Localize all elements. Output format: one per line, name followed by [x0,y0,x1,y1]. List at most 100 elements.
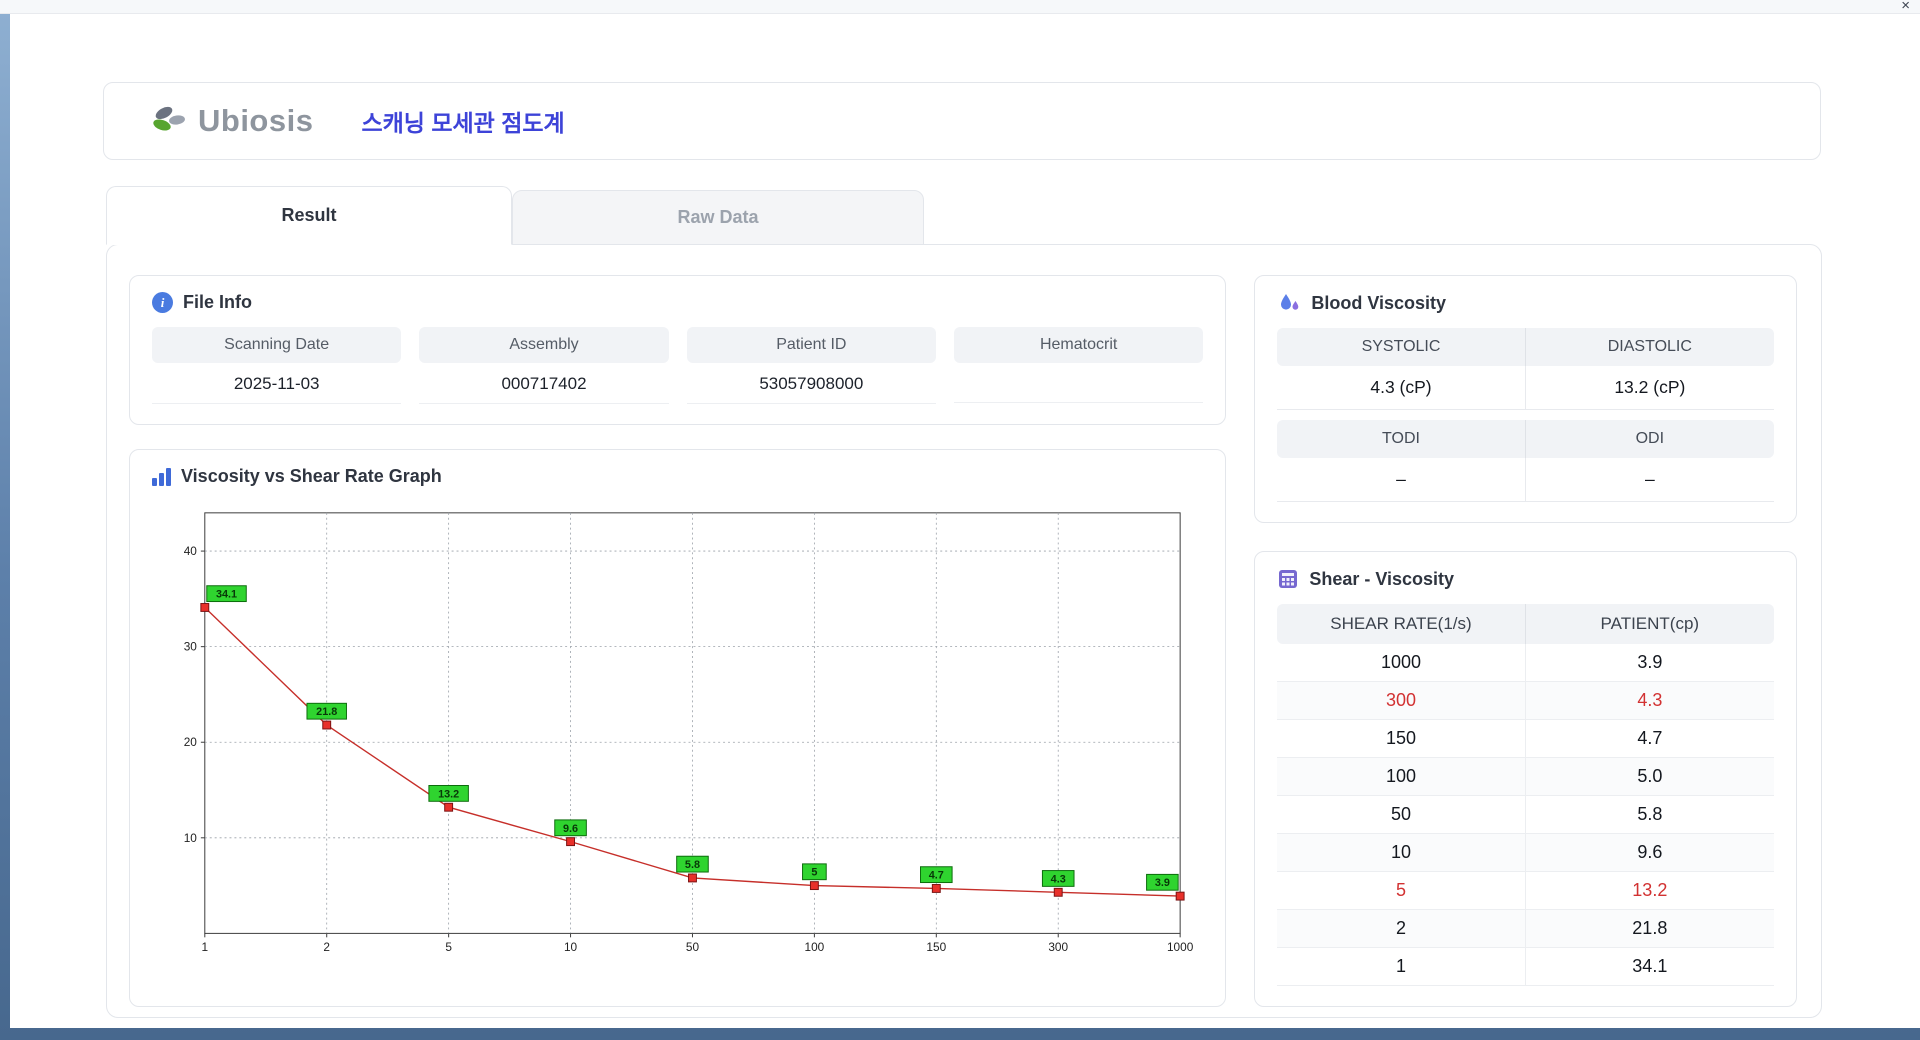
header-card: Ubiosis 스캐닝 모세관 점도계 [103,82,1821,160]
graph-title-row: Viscosity vs Shear Rate Graph [152,466,1203,487]
field-value: 000717402 [419,363,669,404]
close-icon[interactable]: × [1901,0,1910,14]
patient-column-header: PATIENT(cp) [1600,614,1700,633]
shear-title-row: Shear - Viscosity [1277,568,1774,590]
shear-table-row: 1000 3.9 [1277,644,1774,682]
svg-text:5.8: 5.8 [685,859,700,871]
bv-values-row-2: – – [1277,458,1774,502]
svg-text:2: 2 [323,940,330,954]
svg-text:34.1: 34.1 [216,589,237,601]
tab-raw-data[interactable]: Raw Data [512,190,924,245]
shear-rate-value: 100 [1277,758,1526,796]
field-label: Hematocrit [953,327,1204,363]
bv-label-systolic: SYSTOLIC [1277,328,1526,366]
patient-viscosity-value: 5.0 [1525,758,1774,796]
field-value: 2025-11-03 [152,363,402,404]
shear-table-header: SHEAR RATE(1/s) PATIENT(cp) [1277,604,1774,644]
main-panel: i File Info Scanning Date 2025-11-03 Ass… [106,244,1822,1018]
patient-viscosity-value: 21.8 [1525,910,1774,948]
svg-text:10: 10 [564,940,578,954]
patient-viscosity-value: 13.2 [1525,872,1774,910]
bv-values-row-1: 4.3 (cP) 13.2 (cP) [1277,366,1774,410]
shear-table-row: 1 34.1 [1277,948,1774,986]
shear-rate-value: 1 [1277,948,1526,986]
field-assembly: Assembly 000717402 [419,327,669,404]
bv-header-row-1: SYSTOLIC DIASTOLIC [1277,328,1774,366]
patient-viscosity-value: 34.1 [1525,948,1774,986]
svg-text:5: 5 [445,940,452,954]
bv-value-todi: – [1277,458,1526,501]
svg-text:50: 50 [686,940,700,954]
svg-text:150: 150 [926,940,946,954]
table-icon [1279,570,1298,588]
shear-table-row: 300 4.3 [1277,682,1774,720]
shear-rate-value: 150 [1277,720,1526,758]
bv-value-odi: – [1644,469,1655,489]
shear-rate-value: 1000 [1277,644,1526,682]
svg-text:100: 100 [805,940,825,954]
bv-value-diastolic: 13.2 (cP) [1614,377,1686,397]
bv-label-todi: TODI [1277,420,1526,458]
field-patient-id: Patient ID 53057908000 [686,327,936,404]
bv-label-diastolic: DIASTOLIC [1607,338,1692,355]
shear-rate-value: 5 [1277,872,1526,910]
field-label: Scanning Date [152,327,402,363]
page-title: 스캐닝 모세관 점도계 [361,110,565,136]
file-info-title-row: i File Info [152,292,1203,313]
svg-text:4.3: 4.3 [1051,873,1066,885]
field-scanning-date: Scanning Date 2025-11-03 [152,327,402,404]
window-titlebar: × [0,0,1920,14]
blood-viscosity-title-row: Blood Viscosity [1277,292,1774,314]
file-info-title: File Info [183,292,252,312]
shear-table-row: 5 13.2 [1277,872,1774,910]
field-value: 53057908000 [686,363,936,404]
svg-text:30: 30 [184,640,198,654]
svg-text:9.6: 9.6 [563,823,578,835]
bv-header-row-2: TODI ODI [1277,420,1774,458]
chart-area: 10 20 30 40 1 2 5 10 50 100 150 300 1000 34.1 21.8 13.2… [152,501,1203,963]
shear-viscosity-title: Shear - Viscosity [1309,568,1455,589]
svg-text:40: 40 [184,544,198,558]
blood-viscosity-card: Blood Viscosity SYSTOLIC DIASTOLIC 4.3 (… [1254,275,1797,523]
shear-rate-value: 50 [1277,796,1526,834]
shear-viscosity-card: Shear - Viscosity SHEAR RATE(1/s) PATIEN… [1254,551,1797,1007]
graph-title: Viscosity vs Shear Rate Graph [181,466,442,486]
right-column: Blood Viscosity SYSTOLIC DIASTOLIC 4.3 (… [1254,275,1797,1007]
app-window: Ubiosis 스캐닝 모세관 점도계 Result Raw Data i Fi… [10,14,1920,1028]
file-info-card: i File Info Scanning Date 2025-11-03 Ass… [129,275,1227,425]
info-icon: i [152,292,173,313]
svg-text:4.7: 4.7 [929,870,944,882]
svg-text:300: 300 [1048,940,1068,954]
shear-rate-value: 10 [1277,834,1526,872]
patient-viscosity-value: 9.6 [1525,834,1774,872]
patient-viscosity-value: 5.8 [1525,796,1774,834]
field-value [953,363,1204,403]
shear-rate-column-header: SHEAR RATE(1/s) [1277,604,1526,644]
svg-text:13.2: 13.2 [438,788,459,800]
droplet-icon [1281,294,1299,310]
svg-text:1000: 1000 [1167,940,1194,954]
shear-table-row: 100 5.0 [1277,758,1774,796]
shear-table-row: 2 21.8 [1277,910,1774,948]
svg-text:10: 10 [184,831,198,845]
shear-table-body: 1000 3.9 300 4.3 150 4.7 100 5.0 50 5.8 10 9.6 5 13.2… [1277,644,1774,986]
shear-table-row: 150 4.7 [1277,720,1774,758]
logo-leaf-icon [153,106,185,131]
svg-text:20: 20 [184,735,198,749]
patient-viscosity-value: 4.3 [1525,682,1774,720]
bv-label-odi: ODI [1635,430,1665,447]
left-column: i File Info Scanning Date 2025-11-03 Ass… [129,275,1227,1007]
tab-result[interactable]: Result [106,186,512,245]
svg-text:21.8: 21.8 [316,706,337,718]
shear-table-row: 50 5.8 [1277,796,1774,834]
bv-value-systolic: 4.3 (cP) [1277,366,1526,409]
file-info-grid: Scanning Date 2025-11-03 Assembly 000717… [152,327,1204,404]
shear-table-row: 10 9.6 [1277,834,1774,872]
field-label: Patient ID [686,327,936,363]
viscosity-chart: 10 20 30 40 1 2 5 10 50 100 150 300 1000 34.1 21.8 13.2… [184,512,1194,954]
svg-text:1: 1 [202,940,209,954]
shear-rate-value: 2 [1277,910,1526,948]
bar-chart-icon [152,467,171,486]
tab-bar: Result Raw Data [106,186,924,245]
patient-viscosity-value: 4.7 [1525,720,1774,758]
